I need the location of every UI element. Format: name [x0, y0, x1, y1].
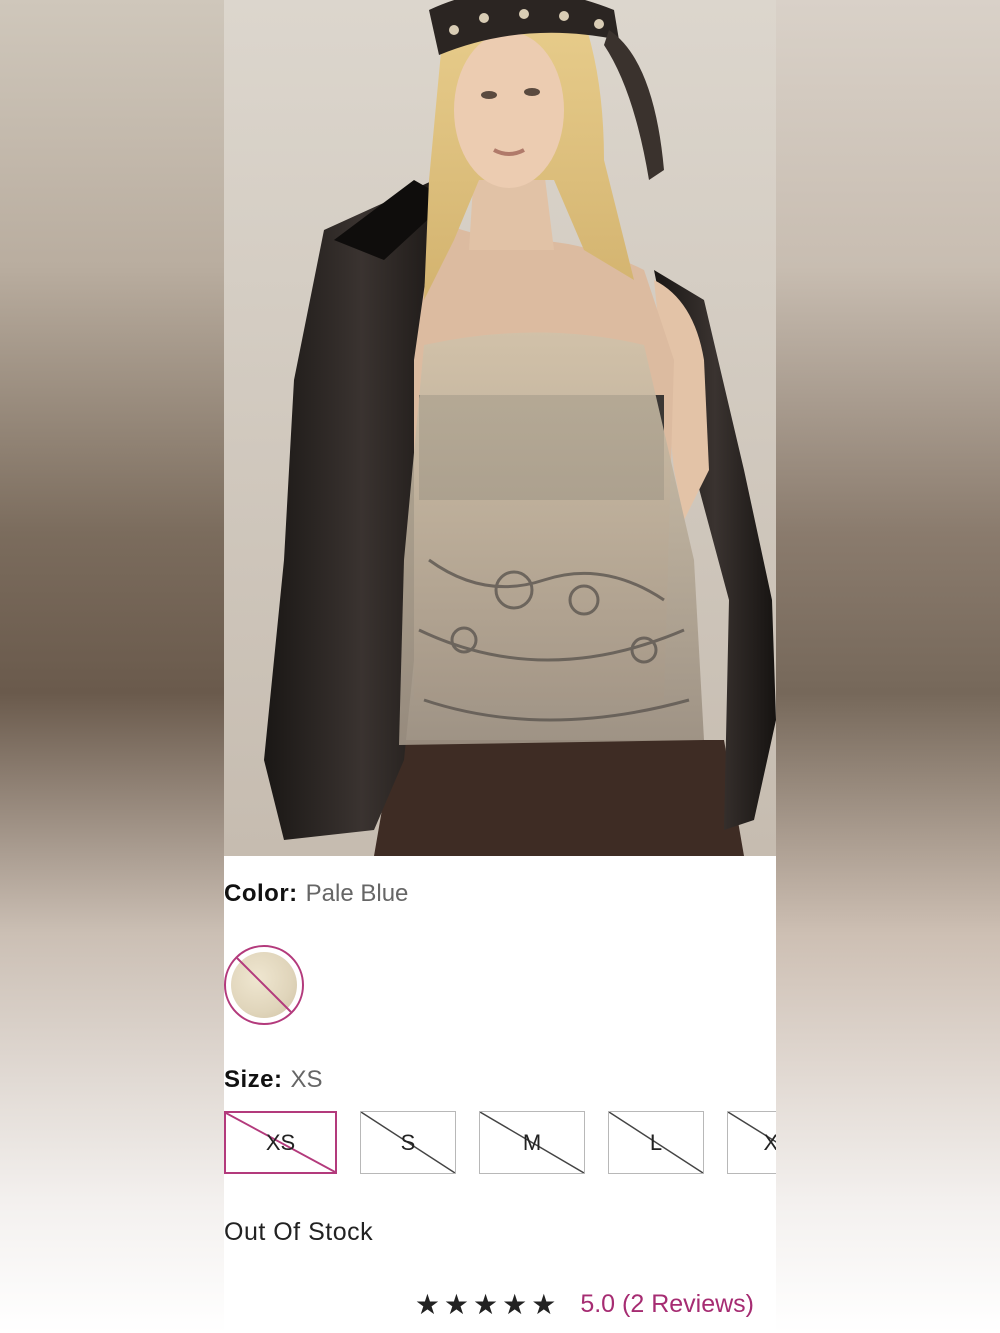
color-label: Color: Pale Blue	[224, 880, 408, 908]
size-option-s[interactable]: S	[360, 1111, 456, 1174]
size-option-xs[interactable]: XS	[224, 1111, 337, 1174]
size-option-label: M	[522, 1129, 542, 1155]
unavailable-slash-icon	[235, 956, 293, 1014]
size-label-title: Size:	[224, 1066, 283, 1093]
size-label: Size: XS	[224, 1066, 323, 1094]
background-blur-right	[776, 0, 1000, 1333]
size-option-l[interactable]: L	[608, 1111, 704, 1174]
size-option-label: XS	[265, 1129, 296, 1155]
color-label-title: Color:	[224, 880, 298, 907]
size-option-label: S	[400, 1129, 416, 1155]
product-page: Color: Pale Blue Size: XS XS S M L Out O…	[224, 0, 776, 1333]
size-option-label: XL	[728, 1130, 776, 1156]
color-swatch-pale-blue[interactable]	[224, 945, 304, 1025]
product-image[interactable]	[224, 0, 776, 856]
size-value: XS	[290, 1066, 323, 1093]
product-rating[interactable]: ★★★★★ 5.0 (2 Reviews)	[415, 1288, 754, 1321]
size-option-m[interactable]: M	[479, 1111, 585, 1174]
size-selector: XS S M L XL	[224, 1111, 776, 1175]
background-blur-left	[0, 0, 224, 1333]
stock-status: Out Of Stock	[224, 1218, 374, 1246]
size-option-xl[interactable]: XL	[727, 1111, 776, 1174]
product-photo-illustration	[224, 0, 776, 856]
color-value: Pale Blue	[305, 880, 409, 907]
reviews-link[interactable]: 5.0 (2 Reviews)	[580, 1290, 754, 1319]
size-option-label: L	[649, 1129, 663, 1155]
star-rating-icon: ★★★★★	[414, 1289, 561, 1320]
